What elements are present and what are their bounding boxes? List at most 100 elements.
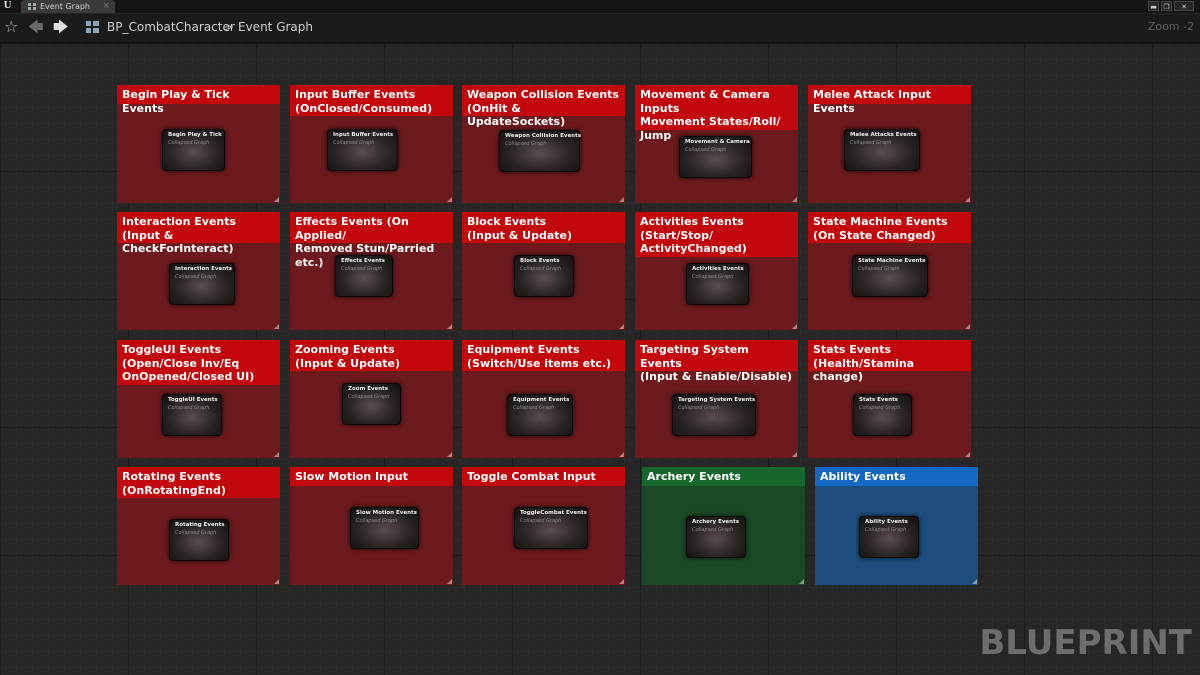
graph-canvas[interactable]: Begin Play & Tick Events Begin Play & Tic… bbox=[0, 43, 1200, 675]
comment-box[interactable]: Weapon Collision Events (OnHit & UpdateS… bbox=[462, 85, 625, 203]
comment-box[interactable]: Rotating Events (OnRotatingEnd) Rotating … bbox=[117, 467, 280, 585]
close-window-button[interactable]: ✕ bbox=[1174, 1, 1194, 11]
resize-grip-icon[interactable] bbox=[965, 452, 970, 457]
comment-title[interactable]: ToggleUI Events (Open/Close Inv/Eq OnOpe… bbox=[117, 340, 280, 385]
comment-title[interactable]: Block Events (Input & Update) bbox=[462, 212, 625, 243]
comment-box[interactable]: Melee Attack Input Events Melee Attacks E… bbox=[808, 85, 971, 203]
node-title: Melee Attacks Events bbox=[850, 132, 917, 138]
resize-grip-icon[interactable] bbox=[792, 197, 797, 202]
resize-grip-icon[interactable] bbox=[447, 452, 452, 457]
collapsed-graph-node[interactable]: Slow Motion Events Collapsed Graph bbox=[350, 507, 419, 549]
comment-title[interactable]: Interaction Events (Input & CheckForInte… bbox=[117, 212, 280, 255]
maximize-button[interactable]: ❐ bbox=[1161, 1, 1172, 11]
back-arrow-icon[interactable]: 🡄 bbox=[28, 17, 44, 37]
comment-title[interactable]: Activities Events (Start/Stop/ ActivityC… bbox=[635, 212, 798, 257]
comment-title[interactable]: Slow Motion Input bbox=[290, 467, 453, 486]
collapsed-graph-node[interactable]: Zoom Events Collapsed Graph bbox=[342, 383, 401, 425]
comment-box[interactable]: ToggleUI Events (Open/Close Inv/Eq OnOpe… bbox=[117, 340, 280, 458]
comment-title[interactable]: Toggle Combat Input bbox=[462, 467, 625, 486]
collapsed-graph-node[interactable]: ToggleUI Events Collapsed Graph bbox=[162, 394, 222, 436]
collapsed-graph-node[interactable]: Activities Events Collapsed Graph bbox=[686, 263, 749, 305]
resize-grip-icon[interactable] bbox=[619, 452, 624, 457]
resize-grip-icon[interactable] bbox=[274, 579, 279, 584]
comment-title[interactable]: Rotating Events (OnRotatingEnd) bbox=[117, 467, 280, 498]
comment-box[interactable]: Effects Events (On Applied/ Removed Stun… bbox=[290, 212, 453, 330]
collapsed-graph-node[interactable]: Effects Events Collapsed Graph bbox=[335, 255, 393, 297]
comment-box[interactable]: Equipment Events (Switch/Use items etc.)… bbox=[462, 340, 625, 458]
unreal-logo-icon: U bbox=[3, 1, 12, 11]
collapsed-graph-node[interactable]: Rotating Events Collapsed Graph bbox=[169, 519, 229, 561]
comment-title[interactable]: Archery Events bbox=[642, 467, 805, 486]
resize-grip-icon[interactable] bbox=[274, 324, 279, 329]
node-subtitle: Collapsed Graph bbox=[356, 518, 398, 524]
comment-box[interactable]: Ability Events Ability Events Collapsed Gr… bbox=[815, 467, 978, 585]
collapsed-graph-node[interactable]: State Machine Events Collapsed Graph bbox=[852, 255, 928, 297]
node-subtitle: Collapsed Graph bbox=[678, 405, 720, 411]
collapsed-graph-node[interactable]: Begin Play & Tick Collapsed Graph bbox=[162, 129, 225, 171]
collapsed-graph-node[interactable]: Archery Events Collapsed Graph bbox=[686, 516, 746, 558]
breadcrumb-blueprint[interactable]: BP_CombatCharacter bbox=[107, 19, 235, 35]
comment-box[interactable]: Movement & Camera Inputs Movement States… bbox=[635, 85, 798, 203]
comment-title[interactable]: Zooming Events (Input & Update) bbox=[290, 340, 453, 371]
resize-grip-icon[interactable] bbox=[799, 579, 804, 584]
resize-grip-icon[interactable] bbox=[619, 197, 624, 202]
collapsed-graph-node[interactable]: Ability Events Collapsed Graph bbox=[859, 516, 919, 558]
comment-title[interactable]: Input Buffer Events (OnClosed/Consumed) bbox=[290, 85, 453, 116]
collapsed-graph-node[interactable]: Equipment Events Collapsed Graph bbox=[507, 394, 573, 436]
comment-box[interactable]: Interaction Events (Input & CheckForInte… bbox=[117, 212, 280, 330]
resize-grip-icon[interactable] bbox=[792, 324, 797, 329]
node-title: Weapon Collision Events bbox=[505, 133, 581, 139]
resize-grip-icon[interactable] bbox=[965, 197, 970, 202]
collapsed-graph-node[interactable]: Weapon Collision Events Collapsed Graph bbox=[499, 130, 581, 172]
collapsed-graph-node[interactable]: Targeting System Events Collapsed Graph bbox=[672, 394, 756, 436]
star-icon[interactable]: ☆ bbox=[4, 17, 18, 37]
comment-title[interactable]: Ability Events bbox=[815, 467, 978, 486]
comment-title[interactable]: Effects Events (On Applied/ Removed Stun… bbox=[290, 212, 453, 269]
resize-grip-icon[interactable] bbox=[792, 452, 797, 457]
comment-box[interactable]: Stats Events (Health/Stamina change) Stat… bbox=[808, 340, 971, 458]
tab-close-icon[interactable]: × bbox=[102, 0, 110, 12]
comment-box[interactable]: Begin Play & Tick Events Begin Play & Tic… bbox=[117, 85, 280, 203]
forward-arrow-icon[interactable]: 🡆 bbox=[53, 17, 69, 37]
comment-box[interactable]: Block Events (Input & Update) Block Event… bbox=[462, 212, 625, 330]
comment-title[interactable]: Targeting System Events (Input & Enable/… bbox=[635, 340, 798, 383]
collapsed-graph-node[interactable]: Interaction Events Collapsed Graph bbox=[169, 263, 235, 305]
collapsed-graph-node[interactable]: Movement & Camera Collapsed Graph bbox=[679, 136, 752, 178]
comment-box[interactable]: Slow Motion Input Slow Motion Events Colla… bbox=[290, 467, 453, 585]
resize-grip-icon[interactable] bbox=[965, 324, 970, 329]
resize-grip-icon[interactable] bbox=[447, 579, 452, 584]
node-subtitle: Collapsed Graph bbox=[333, 140, 375, 146]
comment-title[interactable]: Movement & Camera Inputs Movement States… bbox=[635, 85, 798, 142]
node-title: State Machine Events bbox=[858, 258, 926, 264]
collapsed-graph-node[interactable]: Stats Events Collapsed Graph bbox=[853, 394, 912, 436]
comment-box[interactable]: Targeting System Events (Input & Enable/… bbox=[635, 340, 798, 458]
minimize-button[interactable]: ▬ bbox=[1148, 1, 1159, 11]
node-title: Input Buffer Events bbox=[333, 132, 394, 138]
comment-box[interactable]: Toggle Combat Input ToggleCombat Events Co… bbox=[462, 467, 625, 585]
node-title: Stats Events bbox=[859, 397, 899, 403]
resize-grip-icon[interactable] bbox=[447, 197, 452, 202]
collapsed-graph-node[interactable]: ToggleCombat Events Collapsed Graph bbox=[514, 507, 588, 549]
resize-grip-icon[interactable] bbox=[619, 579, 624, 584]
resize-grip-icon[interactable] bbox=[972, 579, 977, 584]
resize-grip-icon[interactable] bbox=[274, 197, 279, 202]
comment-box[interactable]: Zooming Events (Input & Update) Zoom Even… bbox=[290, 340, 453, 458]
resize-grip-icon[interactable] bbox=[447, 324, 452, 329]
comment-title[interactable]: Begin Play & Tick Events bbox=[117, 85, 280, 115]
comment-title[interactable]: Weapon Collision Events (OnHit & UpdateS… bbox=[462, 85, 625, 128]
resize-grip-icon[interactable] bbox=[274, 452, 279, 457]
comment-box[interactable]: Archery Events Archery Events Collapsed Gr… bbox=[642, 467, 805, 585]
collapsed-graph-node[interactable]: Melee Attacks Events Collapsed Graph bbox=[844, 129, 920, 171]
comment-box[interactable]: State Machine Events (On State Changed) S… bbox=[808, 212, 971, 330]
breadcrumb-graph[interactable]: Event Graph bbox=[238, 19, 313, 35]
resize-grip-icon[interactable] bbox=[619, 324, 624, 329]
comment-title[interactable]: Equipment Events (Switch/Use items etc.) bbox=[462, 340, 625, 371]
collapsed-graph-node[interactable]: Block Events Collapsed Graph bbox=[514, 255, 574, 297]
tab-event-graph[interactable]: Event Graph × bbox=[21, 0, 115, 13]
collapsed-graph-node[interactable]: Input Buffer Events Collapsed Graph bbox=[327, 129, 398, 171]
comment-title[interactable]: Melee Attack Input Events bbox=[808, 85, 971, 115]
comment-title[interactable]: State Machine Events (On State Changed) bbox=[808, 212, 971, 243]
comment-box[interactable]: Input Buffer Events (OnClosed/Consumed) I… bbox=[290, 85, 453, 203]
comment-box[interactable]: Activities Events (Start/Stop/ ActivityC… bbox=[635, 212, 798, 330]
comment-title[interactable]: Stats Events (Health/Stamina change) bbox=[808, 340, 971, 383]
